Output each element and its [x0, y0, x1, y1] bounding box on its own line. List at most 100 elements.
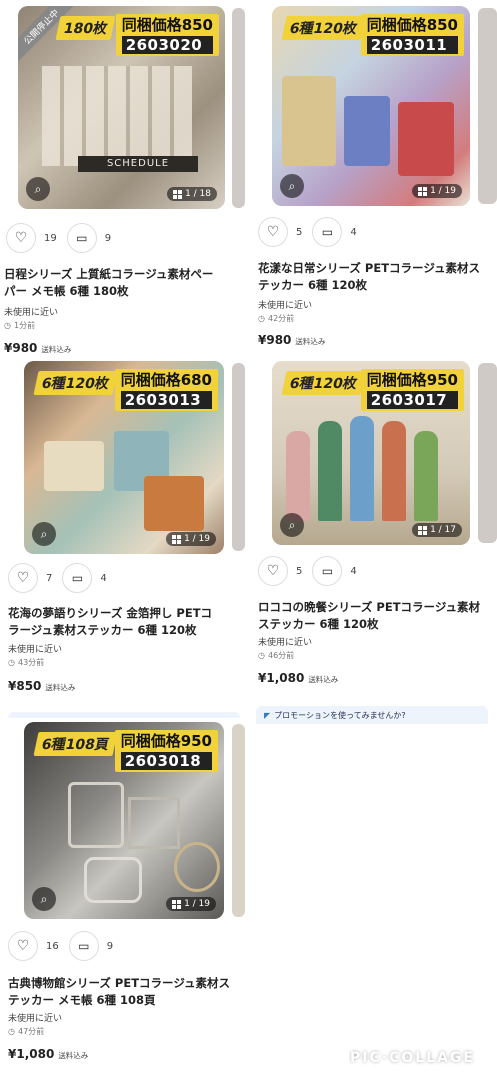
comment-button[interactable]: ▭: [62, 563, 93, 593]
product-image[interactable]: 6種108頁 同梱価格950 2603018 ⌕ 1 / 19: [24, 722, 224, 919]
comment-icon: ▭: [71, 571, 84, 585]
comment-button[interactable]: ▭: [68, 931, 99, 961]
lens-icon[interactable]: ⌕: [280, 513, 304, 537]
posted-time: ◷ 42分前: [258, 314, 295, 323]
product-title[interactable]: 花海の夢語りシリーズ 金箔押し PETコ ラージュ素材ステッカー 6種 120枚: [8, 605, 244, 639]
next-image-peek: [232, 363, 245, 551]
condition-label: 未使用に近い: [258, 301, 313, 311]
product-code: 2603018: [120, 752, 212, 770]
posted-time: ◷ 46分前: [258, 651, 295, 660]
like-button[interactable]: ♡: [8, 563, 38, 593]
product-code: 2603011: [366, 36, 458, 54]
next-image-peek: [232, 724, 245, 917]
product-title[interactable]: ロココの晩餐シリーズ PETコラージュ素材 ステッカー 6種 120枚: [258, 599, 494, 633]
heart-icon: ♡: [266, 224, 280, 240]
like-count: 5: [296, 565, 303, 577]
comment-count: 4: [350, 565, 357, 577]
bundle-price-badge: 同梱価格680 2603013: [114, 369, 218, 411]
like-count: 7: [46, 572, 53, 584]
condition-label: 未使用に近い: [8, 645, 63, 655]
product-title[interactable]: 古典博物館シリーズ PETコラージュ素材ス テッカー メモ帳 6種 108頁: [8, 975, 244, 1009]
bundle-price-badge: 同梱価格950 2603017: [360, 369, 464, 411]
price: ¥1,080 送料込み: [258, 671, 339, 685]
grid-icon: [172, 899, 182, 909]
grid-icon: [418, 525, 428, 535]
comment-button[interactable]: ▭: [312, 217, 343, 247]
price: ¥850 送料込み: [8, 679, 76, 693]
lens-icon[interactable]: ⌕: [26, 177, 50, 201]
bundle-price-badge: 同梱価格850 2603020: [115, 14, 219, 56]
like-button[interactable]: ♡: [8, 931, 38, 961]
product-card[interactable]: 6種120枚 同梱価格680 2603013 ⌕ 1 / 19 ♡ 7 ▭ 4 …: [0, 355, 245, 705]
collage-watermark: PIC·COLLAGE: [350, 1050, 475, 1066]
comment-button[interactable]: ▭: [66, 223, 97, 253]
product-code: 2603017: [366, 391, 458, 409]
like-button[interactable]: ♡: [6, 223, 36, 253]
image-pager: 1 / 18: [167, 187, 217, 201]
lens-icon[interactable]: ⌕: [280, 174, 304, 198]
product-card[interactable]: 6種108頁 同梱価格950 2603018 ⌕ 1 / 19 ♡ 16 ▭ 9…: [0, 712, 245, 1080]
price: ¥980 送料込み: [258, 333, 326, 347]
product-card[interactable]: SCHEDULE 公開停止中 180枚 同梱価格850 2603020 ⌕ 1 …: [0, 0, 245, 360]
product-image[interactable]: 6種120枚 同梱価格680 2603013 ⌕ 1 / 19: [24, 361, 224, 554]
clock-icon: ◷: [258, 314, 265, 323]
like-count: 5: [296, 226, 303, 238]
posted-time: ◷ 47分前: [8, 1027, 45, 1036]
posted-time: ◷ 1分前: [4, 321, 36, 330]
heart-icon: ♡: [266, 563, 280, 579]
promotion-banner[interactable]: ◤ プロモーションを使ってみませんか?: [256, 706, 488, 724]
condition-label: 未使用に近い: [258, 638, 313, 648]
price: ¥1,080 送料込み: [8, 1047, 89, 1061]
comment-count: 9: [106, 940, 114, 952]
count-badge: 6種120枚: [281, 371, 366, 395]
count-badge: 6種108頁: [33, 732, 118, 756]
condition-label: 未使用に近い: [4, 308, 59, 318]
product-code: 2603013: [120, 391, 212, 409]
comment-icon: ▭: [321, 564, 334, 578]
lens-icon[interactable]: ⌕: [32, 522, 56, 546]
next-image-peek: [478, 8, 497, 204]
product-image[interactable]: 6種120枚 同梱価格950 2603017 ⌕ 1 / 17: [272, 361, 470, 545]
bundle-price-label: 同梱価格850: [366, 16, 458, 34]
bundle-price-badge: 同梱価格850 2603011: [360, 14, 464, 56]
price: ¥980 送料込み: [4, 341, 72, 355]
product-image[interactable]: 6種120枚 同梱価格850 2603011 ⌕ 1 / 19: [272, 6, 470, 206]
comment-icon: ▭: [321, 225, 334, 239]
image-pager: 1 / 19: [166, 532, 216, 546]
product-code: 2603020: [121, 36, 213, 54]
lens-icon[interactable]: ⌕: [32, 887, 56, 911]
bundle-price-label: 同梱価格950: [120, 732, 212, 750]
megaphone-icon: ◤: [264, 710, 271, 720]
count-badge: 180枚: [55, 16, 116, 40]
comment-icon: ▭: [78, 939, 90, 953]
product-title[interactable]: 日程シリーズ 上質紙コラージュ素材ペー パー メモ帳 6種 180枚: [4, 266, 240, 300]
bundle-price-label: 同梱価格850: [121, 16, 213, 34]
heart-icon: ♡: [16, 570, 30, 586]
clock-icon: ◷: [8, 1027, 15, 1036]
product-title[interactable]: 花漾な日常シリーズ PETコラージュ素材ス テッカー 6種 120枚: [258, 260, 494, 294]
clock-icon: ◷: [4, 321, 11, 330]
comment-count: 9: [104, 232, 112, 244]
product-card[interactable]: 6種120枚 同梱価格850 2603011 ⌕ 1 / 19 ♡ 5 ▭ 4 …: [250, 0, 497, 360]
count-badge: 6種120枚: [281, 16, 366, 40]
image-pager: 1 / 19: [166, 897, 216, 911]
image-pager: 1 / 17: [412, 523, 462, 537]
grid-icon: [173, 189, 183, 199]
condition-label: 未使用に近い: [8, 1014, 63, 1024]
comment-count: 4: [350, 226, 357, 238]
clock-icon: ◷: [8, 658, 15, 667]
comment-icon: ▭: [76, 231, 88, 245]
like-button[interactable]: ♡: [258, 217, 288, 247]
grid-icon: [172, 534, 182, 544]
like-count: 19: [44, 232, 57, 244]
next-image-peek: [478, 363, 497, 543]
bundle-price-badge: 同梱価格950 2603018: [114, 730, 218, 772]
like-button[interactable]: ♡: [258, 556, 288, 586]
comment-button[interactable]: ▭: [312, 556, 343, 586]
next-image-peek: [232, 8, 245, 208]
grid-icon: [418, 186, 428, 196]
like-count: 16: [46, 940, 59, 952]
product-image[interactable]: SCHEDULE 公開停止中 180枚 同梱価格850 2603020 ⌕ 1 …: [18, 6, 225, 209]
bundle-price-label: 同梱価格680: [120, 371, 212, 389]
product-card[interactable]: 6種120枚 同梱価格950 2603017 ⌕ 1 / 17 ♡ 5 ▭ 4 …: [250, 355, 497, 705]
